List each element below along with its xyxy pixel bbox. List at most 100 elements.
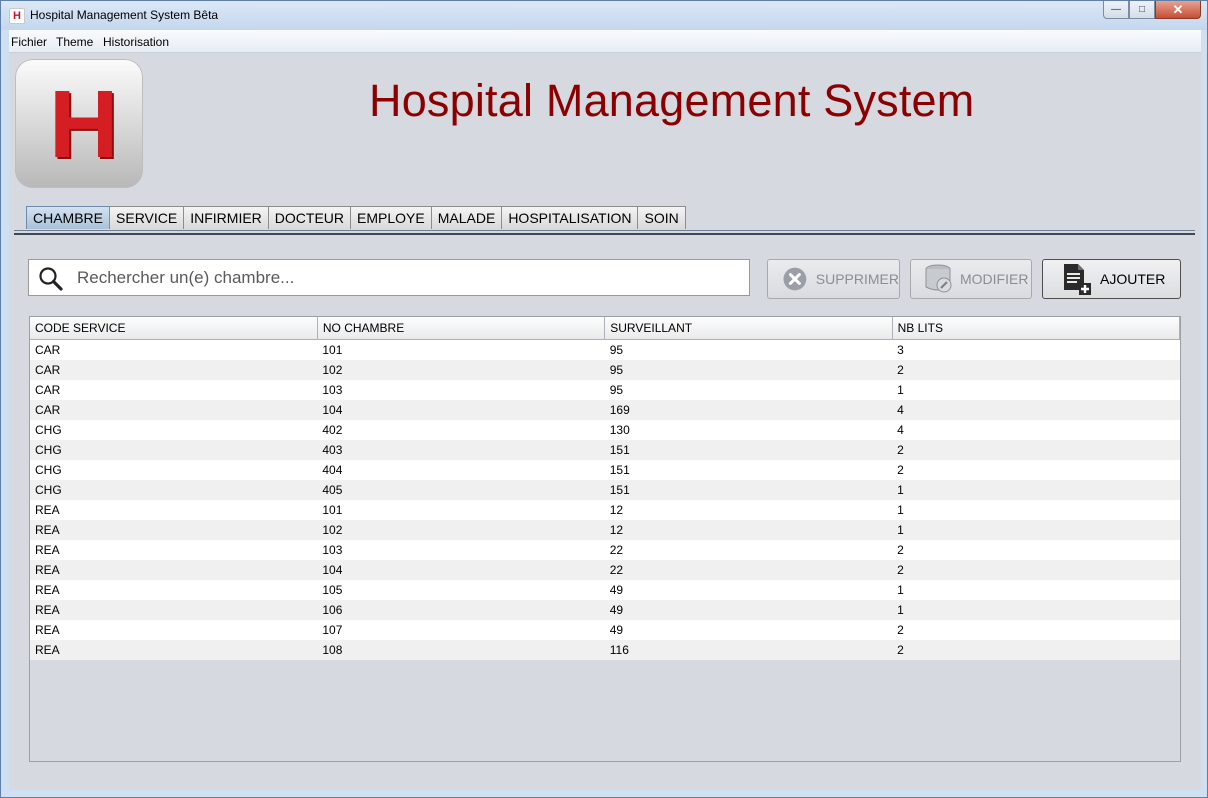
table-cell: REA bbox=[30, 540, 318, 560]
table-cell: CHG bbox=[30, 460, 318, 480]
column-header-surveillant[interactable]: SURVEILLANT bbox=[604, 317, 893, 340]
page-title: Hospital Management System bbox=[369, 75, 975, 126]
window-title: Hospital Management System Bêta bbox=[30, 8, 219, 22]
table-cell: 3 bbox=[892, 339, 1180, 360]
table-row[interactable]: REA 101 12 1 bbox=[30, 500, 1180, 520]
table-cell: REA bbox=[30, 560, 318, 580]
table-cell: 404 bbox=[317, 460, 605, 480]
table-row[interactable]: REA 102 12 1 bbox=[30, 520, 1180, 540]
table-row[interactable]: REA 107 49 2 bbox=[30, 620, 1180, 640]
menu-bar: Fichier Theme Historisation bbox=[9, 30, 1201, 53]
table-cell: 2 bbox=[892, 540, 1180, 560]
table-row[interactable]: CHG 402 130 4 bbox=[30, 420, 1180, 440]
add-button-label: AJOUTER bbox=[1100, 271, 1166, 287]
table-cell: 95 bbox=[604, 360, 893, 380]
tab-docteur[interactable]: DOCTEUR bbox=[267, 206, 352, 229]
modify-button[interactable]: MODIFIER bbox=[910, 259, 1032, 299]
table-cell: 2 bbox=[892, 360, 1180, 380]
table-cell: 12 bbox=[604, 500, 893, 520]
logo-letter: H bbox=[49, 71, 119, 178]
tab-hospitalisation[interactable]: HOSPITALISATION bbox=[501, 206, 639, 229]
delete-button-label: SUPPRIMER bbox=[815, 271, 899, 287]
table-cell: 95 bbox=[604, 380, 893, 400]
table-cell: REA bbox=[30, 520, 318, 540]
maximize-button[interactable]: □ bbox=[1129, 1, 1155, 19]
table-cell: 1 bbox=[892, 380, 1180, 400]
column-header-no-chambre[interactable]: NO CHAMBRE bbox=[317, 317, 606, 340]
table-cell: 2 bbox=[892, 620, 1180, 640]
table-cell: CAR bbox=[30, 360, 318, 380]
table-cell: 102 bbox=[317, 520, 605, 540]
table-cell: 49 bbox=[604, 580, 893, 600]
tab-service[interactable]: SERVICE bbox=[109, 206, 185, 229]
table-cell: 49 bbox=[604, 600, 893, 620]
table-cell: 1 bbox=[892, 500, 1180, 520]
main-content: H Hospital Management System CHAMBRE SER… bbox=[9, 53, 1201, 790]
title-bar[interactable]: H Hospital Management System Bêta — □ ✕ bbox=[1, 1, 1207, 30]
tab-bar: CHAMBRE SERVICE INFIRMIER DOCTEUR EMPLOY… bbox=[26, 206, 686, 231]
table-header-row: CODE SERVICE NO CHAMBRE SURVEILLANT NB L… bbox=[30, 317, 1180, 340]
table-cell: 103 bbox=[317, 540, 605, 560]
search-input[interactable] bbox=[75, 263, 739, 293]
table-cell: 151 bbox=[604, 460, 893, 480]
table-cell: CHG bbox=[30, 440, 318, 460]
table-cell: 103 bbox=[317, 380, 605, 400]
table-cell: 102 bbox=[317, 360, 605, 380]
menu-fichier[interactable]: Fichier bbox=[11, 35, 47, 49]
table-row[interactable]: REA 106 49 1 bbox=[30, 600, 1180, 620]
table-cell: 49 bbox=[604, 620, 893, 640]
table-cell: 4 bbox=[892, 400, 1180, 420]
table-row[interactable]: REA 105 49 1 bbox=[30, 580, 1180, 600]
table-cell: 105 bbox=[317, 580, 605, 600]
tab-soin[interactable]: SOIN bbox=[637, 206, 686, 229]
table-cell: CAR bbox=[30, 380, 318, 400]
table-row[interactable]: CAR 104 169 4 bbox=[30, 400, 1180, 420]
tab-infirmier[interactable]: INFIRMIER bbox=[183, 206, 269, 229]
table-cell: 104 bbox=[317, 560, 605, 580]
table-row[interactable]: CAR 102 95 2 bbox=[30, 360, 1180, 380]
table-cell: 2 bbox=[892, 560, 1180, 580]
rooms-table[interactable]: CODE SERVICE NO CHAMBRE SURVEILLANT NB L… bbox=[29, 316, 1181, 762]
menu-historisation[interactable]: Historisation bbox=[103, 35, 169, 49]
delete-button[interactable]: SUPPRIMER bbox=[767, 259, 900, 299]
table-cell: 101 bbox=[317, 500, 605, 520]
table-cell: 106 bbox=[317, 600, 605, 620]
table-cell: 169 bbox=[604, 400, 893, 420]
tab-chambre[interactable]: CHAMBRE bbox=[26, 206, 111, 229]
table-cell: 22 bbox=[604, 540, 893, 560]
table-cell: 1 bbox=[892, 600, 1180, 620]
table-cell: REA bbox=[30, 580, 318, 600]
table-cell: 402 bbox=[317, 420, 605, 440]
column-header-nb-lits[interactable]: NB LITS bbox=[892, 317, 1180, 340]
table-cell: 95 bbox=[604, 339, 893, 360]
table-row[interactable]: REA 108 116 2 bbox=[30, 640, 1180, 660]
table-cell: REA bbox=[30, 640, 318, 660]
table-row[interactable]: CHG 403 151 2 bbox=[30, 440, 1180, 460]
table-row[interactable]: CHG 405 151 1 bbox=[30, 480, 1180, 500]
table-cell: CAR bbox=[30, 400, 318, 420]
table-cell: 12 bbox=[604, 520, 893, 540]
table-row[interactable]: REA 104 22 2 bbox=[30, 560, 1180, 580]
table-cell: 2 bbox=[892, 460, 1180, 480]
delete-icon bbox=[783, 267, 807, 291]
table-cell: 104 bbox=[317, 400, 605, 420]
table-row[interactable]: REA 103 22 2 bbox=[30, 540, 1180, 560]
minimize-button[interactable]: — bbox=[1103, 1, 1129, 19]
add-button[interactable]: AJOUTER bbox=[1042, 259, 1181, 299]
table-row[interactable]: CAR 103 95 1 bbox=[30, 380, 1180, 400]
search-box[interactable] bbox=[28, 259, 750, 296]
add-document-icon bbox=[1064, 264, 1091, 295]
table-row[interactable]: CHG 404 151 2 bbox=[30, 460, 1180, 480]
table-cell: CAR bbox=[30, 339, 318, 360]
app-icon: H bbox=[9, 8, 25, 24]
search-icon bbox=[39, 267, 63, 291]
tab-employe[interactable]: EMPLOYE bbox=[350, 206, 432, 229]
menu-theme[interactable]: Theme bbox=[56, 35, 93, 49]
table-row[interactable]: CAR 101 95 3 bbox=[30, 339, 1180, 360]
table-cell: 151 bbox=[604, 440, 893, 460]
table-body: CAR 101 95 3 CAR 102 95 2 CAR 103 95 1 CAR 104 169 4 CHG… bbox=[30, 339, 1180, 660]
tab-malade[interactable]: MALADE bbox=[430, 206, 503, 229]
close-button[interactable]: ✕ bbox=[1155, 1, 1201, 19]
column-header-code-service[interactable]: CODE SERVICE bbox=[30, 317, 318, 340]
table-cell: 107 bbox=[317, 620, 605, 640]
